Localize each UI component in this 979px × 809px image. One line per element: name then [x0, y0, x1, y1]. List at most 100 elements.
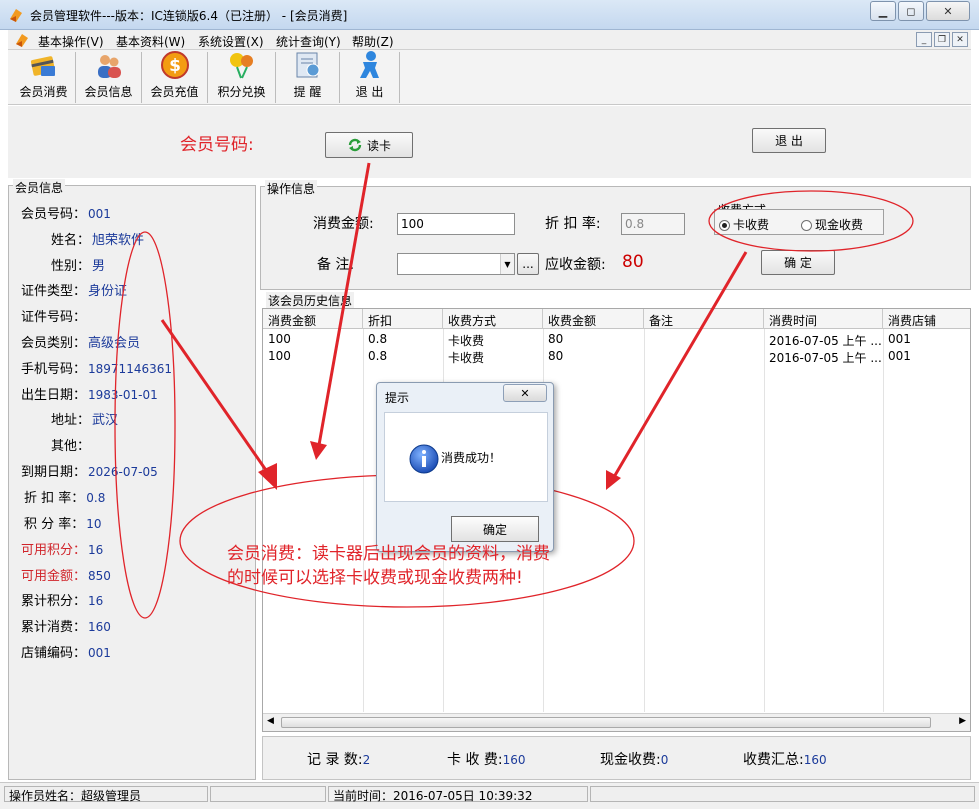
info-row-member-no: 会员号码： 001 [21, 207, 111, 222]
info-row-id-number: 证件号码： [21, 310, 87, 325]
scroll-left-icon[interactable]: ◀ [267, 716, 274, 726]
members-icon [93, 52, 125, 80]
column-header[interactable]: 消费时间 [764, 309, 883, 329]
payment-card-radio[interactable]: 卡收费 [719, 216, 769, 233]
info-row-expiry: 到期日期： 2026-07-05 [21, 465, 158, 480]
table-cell: 100 [268, 349, 291, 363]
table-cell: 0.8 [368, 349, 388, 363]
mdi-close-button[interactable]: ✕ [952, 32, 968, 47]
exit-button-label: 退 出 [775, 134, 803, 148]
menu-help[interactable]: 帮助(Z) [352, 33, 394, 50]
column-divider [764, 329, 765, 712]
menu-statistics[interactable]: 统计查询(Y) [276, 33, 341, 50]
remark-select[interactable]: ▼ [397, 253, 515, 275]
browse-button[interactable]: ... [517, 253, 539, 275]
info-row-address: 地址： 武汉 [51, 413, 119, 428]
receivable-value: 80 [622, 252, 644, 272]
minimize-button[interactable]: ▁ [870, 1, 896, 21]
history-table[interactable]: 消费金额 折扣 收费方式 收费金额 备注 消费时间 消费店铺 100 0.8 卡… [262, 308, 971, 732]
reminder-icon [292, 50, 324, 80]
column-header[interactable]: 折扣 [363, 309, 443, 329]
card-total: 卡 收 费:160 [447, 752, 526, 768]
info-row-birthdate: 出生日期： 1983-01-01 [21, 388, 158, 403]
mdi-restore-button[interactable]: ❐ [934, 32, 950, 47]
table-cell: 80 [548, 332, 564, 346]
radio-checked-icon [719, 220, 730, 231]
column-divider [644, 329, 645, 712]
receivable-label: 应收金额: [545, 257, 606, 273]
payment-method-group: 卡收费 现金收费 [714, 209, 884, 235]
table-cell: 2016-07-05 上午 ... [769, 334, 882, 348]
column-divider [883, 329, 884, 712]
summary-bar: 记 录 数:2 卡 收 费:160 现金收费:0 收费汇总:160 [262, 736, 971, 780]
annotation-line: 会员消费：读卡器后出现会员的资料，消费 [227, 544, 550, 564]
dialog-message: 消费成功！ [441, 451, 502, 465]
menu-bar: 基本操作(V) 基本资料(W) 系统设置(X) 统计查询(Y) 帮助(Z) _ … [8, 30, 971, 50]
discount-label: 折 扣 率: [545, 216, 601, 232]
radio-icon [801, 220, 812, 231]
operation-title: 操作信息 [265, 180, 318, 197]
confirm-button[interactable]: 确 定 [761, 250, 835, 275]
menu-system-settings[interactable]: 系统设置(X) [198, 33, 264, 50]
dollar-coin-icon: $ [159, 50, 191, 80]
read-card-button[interactable]: 读卡 [325, 132, 413, 158]
close-icon: ✕ [943, 4, 953, 18]
app-icon [16, 34, 28, 47]
minimize-icon: ▁ [878, 4, 888, 18]
toolbar-exit-button[interactable]: 退 出 [340, 51, 400, 103]
read-card-area: 会员号码: 读卡 退 出 [8, 106, 971, 178]
table-cell: 100 [268, 332, 291, 346]
amount-label: 消费金额: [313, 216, 374, 232]
records-count: 记 录 数:2 [307, 752, 371, 768]
history-title: 该会员历史信息 [266, 292, 355, 309]
close-button[interactable]: ✕ [926, 1, 970, 21]
toolbar-label: 会员充值 [150, 85, 199, 99]
menu-basic-data[interactable]: 基本资料(W) [116, 33, 185, 50]
info-row-points-rate: 积 分 率： 10 [24, 517, 102, 532]
column-header[interactable]: 消费店铺 [883, 309, 971, 329]
toolbar-label: 退 出 [355, 85, 384, 99]
menu-basic-ops[interactable]: 基本操作(V) [38, 33, 104, 50]
annotation-text: 会员消费：读卡器后出现会员的资料，消费 的时候可以选择卡收费或现金收费两种! [227, 542, 627, 590]
toolbar-member-consume-button[interactable]: 会员消费 [12, 52, 76, 103]
horizontal-scrollbar[interactable]: ◀ ▶ [263, 713, 970, 731]
status-bar: 操作员姓名：超级管理员 当前时间：2016-07-05日 10:39:32 [0, 782, 979, 809]
toolbar-points-exchange-button[interactable]: 积分兑换 [208, 52, 276, 103]
dialog-ok-button[interactable]: 确定 [451, 516, 539, 542]
column-header[interactable]: 消费金额 [263, 309, 363, 329]
column-header[interactable]: 收费方式 [443, 309, 543, 329]
scrollbar-thumb[interactable] [281, 717, 931, 728]
table-cell: 001 [888, 332, 911, 346]
dialog-title: 提示 [385, 391, 410, 405]
dialog-close-button[interactable]: ✕ [503, 384, 547, 402]
info-row-phone: 手机号码： 18971146361 [21, 362, 172, 377]
discount-input[interactable]: 0.8 [621, 213, 685, 235]
table-cell [644, 348, 764, 365]
chevron-down-icon[interactable]: ▼ [500, 254, 514, 274]
toolbar-label: 会员消费 [19, 85, 68, 99]
info-row-available-amount: 可用金额： 850 [21, 569, 111, 584]
toolbar-member-recharge-button[interactable]: $ 会员充值 [142, 50, 208, 103]
payment-cash-radio[interactable]: 现金收费 [801, 216, 863, 233]
table-cell: 80 [548, 349, 564, 363]
status-spacer [210, 786, 326, 802]
amount-input[interactable]: 100 [397, 213, 515, 235]
table-cell [644, 331, 764, 348]
toolbar-member-info-button[interactable]: 会员信息 [76, 52, 142, 103]
column-header[interactable]: 收费金额 [543, 309, 644, 329]
table-cell: 001 [888, 349, 911, 363]
exit-button[interactable]: 退 出 [752, 128, 826, 153]
maximize-button[interactable]: ◻ [898, 1, 924, 21]
column-divider [363, 329, 364, 712]
mdi-minimize-button[interactable]: _ [916, 32, 932, 47]
operation-panel: 操作信息 消费金额: 100 折 扣 率: 0.8 收费方式 卡收费 现金收费 … [260, 180, 971, 290]
toolbar-label: 提 醒 [293, 85, 322, 99]
scroll-right-icon[interactable]: ▶ [959, 716, 966, 726]
column-header[interactable]: 备注 [644, 309, 764, 329]
toolbar-reminder-button[interactable]: 提 醒 [276, 52, 340, 103]
title-bar: 会员管理软件---版本：IC连锁版6.4（已注册） - [会员消费] ▁ ◻ ✕ [0, 0, 979, 30]
member-info-panel: 会员信息 会员号码： 001 姓名： 旭荣软件 性别：男 证件类型： 身份证 证件号码… [8, 179, 256, 780]
grand-total: 收费汇总:160 [743, 752, 827, 768]
gift-balloon-icon [226, 50, 258, 80]
info-row-other: 其他： [51, 439, 91, 454]
